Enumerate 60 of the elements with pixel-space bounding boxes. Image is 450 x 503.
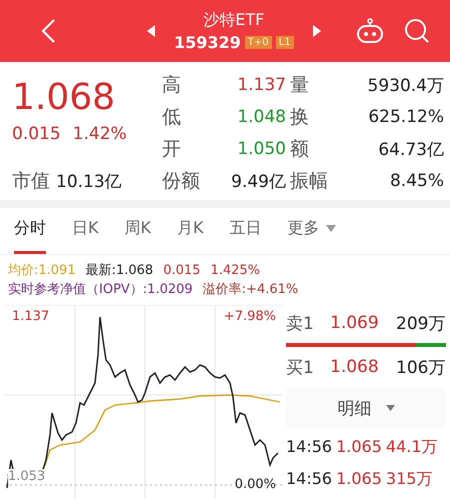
- price-change: 0.015: [163, 262, 200, 280]
- fund-name: 沙特ETF: [203, 10, 264, 31]
- trade-volume: 315万: [386, 468, 432, 490]
- stat-value: 5930.4万: [366, 74, 444, 96]
- order-label: 买1: [286, 356, 315, 378]
- caret-icon: [386, 404, 394, 412]
- iopv-value: 实时参考净值（IOPV）:1.0209: [8, 281, 193, 299]
- stat-value: 9.49亿: [230, 170, 286, 192]
- stat-value: 1.048: [236, 107, 286, 127]
- percent-change: 1.425%: [210, 262, 260, 280]
- chart-tab[interactable]: 日K: [72, 218, 98, 254]
- stat-label: 低: [162, 105, 182, 130]
- stat-value: 1.137: [236, 75, 286, 95]
- average-price: 均价:1.091: [8, 262, 76, 280]
- axis-label: 1.053: [8, 469, 46, 484]
- order-volume: 209万: [396, 312, 446, 334]
- chart-tab[interactable]: 五日: [230, 218, 262, 254]
- axis-label: 1.137: [12, 309, 50, 324]
- stat-label: 振幅: [290, 169, 329, 194]
- stat-value: 625.12%: [367, 107, 444, 127]
- stat-label: 量: [290, 73, 310, 98]
- order-price: 1.068: [330, 357, 380, 377]
- chart-tab[interactable]: 月K: [177, 218, 204, 254]
- axis-label: +7.98%: [224, 309, 276, 324]
- premium-rate: 溢价率:+4.61%: [202, 281, 298, 299]
- trade-price: 1.065: [336, 436, 382, 458]
- details-button[interactable]: 明细: [286, 389, 446, 427]
- chart-tab[interactable]: 分时: [14, 218, 46, 254]
- chart-tab[interactable]: 更多: [288, 218, 336, 254]
- stat-label: 份额: [162, 169, 201, 194]
- search-icon[interactable]: [404, 18, 430, 44]
- chart-tab[interactable]: 周K: [124, 218, 151, 254]
- axis-label: 0.00%: [234, 477, 276, 492]
- fund-code: 159329: [174, 33, 241, 52]
- trade-time: 14:56: [286, 468, 332, 490]
- tag: L1: [276, 36, 294, 49]
- trade-time: 14:56: [286, 436, 332, 458]
- tag: T+0: [244, 36, 272, 49]
- percent-change: 1.42%: [72, 124, 127, 144]
- stat-label: 开: [162, 137, 182, 162]
- trade-price: 1.065: [336, 468, 382, 490]
- stat-label: 市值: [12, 169, 50, 194]
- latest-price: 最新:1.068: [86, 262, 154, 280]
- next-icon[interactable]: [312, 24, 322, 38]
- order-price: 1.069: [330, 313, 380, 333]
- last-price: 1.068: [12, 76, 116, 120]
- order-label: 卖1: [286, 312, 315, 334]
- stat-value: 8.45%: [388, 171, 444, 191]
- stat-label: 高: [162, 73, 182, 98]
- robot-icon[interactable]: [356, 18, 384, 44]
- stat-label: 换: [290, 105, 310, 130]
- price-change: 0.015: [12, 124, 61, 144]
- stat-value: 1.050: [236, 139, 286, 159]
- order-volume: 106万: [396, 356, 446, 378]
- back-icon[interactable]: [40, 18, 56, 44]
- stat-value: 64.73亿: [377, 138, 444, 160]
- stat-value: 10.13亿: [56, 171, 122, 193]
- trade-volume: 44.1万: [386, 436, 438, 458]
- stat-label: 额: [290, 137, 310, 162]
- previous-icon[interactable]: [146, 24, 156, 38]
